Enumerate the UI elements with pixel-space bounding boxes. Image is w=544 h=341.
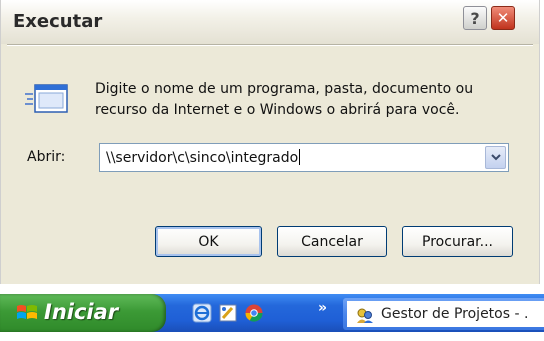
dialog-title: Executar (13, 11, 103, 32)
chevron-down-icon (490, 154, 501, 161)
close-button[interactable]: ✕ (491, 6, 515, 30)
internet-explorer-icon[interactable] (192, 303, 212, 323)
taskbar-window-label: Gestor de Projetos - . (381, 306, 529, 322)
project-manager-icon (357, 308, 373, 323)
cancel-button[interactable]: Cancelar (277, 226, 387, 257)
text-cursor (299, 149, 301, 165)
help-button[interactable]: ? (463, 6, 487, 30)
paint-icon[interactable] (218, 303, 238, 323)
taskbar-window-button[interactable]: Gestor de Projetos - . (343, 298, 544, 330)
task-button-face: Gestor de Projetos - . (347, 301, 544, 327)
run-program-icon (25, 84, 68, 113)
chrome-icon[interactable] (244, 303, 264, 323)
help-icon: ? (470, 8, 480, 28)
dropdown-arrow-button[interactable] (485, 146, 506, 169)
browse-button[interactable]: Procurar... (402, 226, 513, 257)
open-combobox[interactable]: \\servidor\c\sinco\integrado (99, 143, 509, 172)
start-button[interactable]: Iniciar (0, 294, 166, 332)
windows-logo-icon (17, 305, 37, 319)
taskbar: Iniciar » Gestor de Projetos - . (0, 284, 544, 341)
dialog-description: Digite o nome de um programa, pasta, doc… (95, 81, 474, 118)
divider-highlight (7, 45, 533, 46)
open-input-value: \\servidor\c\sinco\integrado (106, 150, 299, 166)
run-dialog: Executar ? ✕ Digite o nome de um program… (0, 0, 540, 284)
ok-button[interactable]: OK (155, 226, 262, 257)
start-label: Iniciar (44, 300, 119, 324)
title-bar[interactable]: Executar ? ✕ (1, 0, 539, 44)
close-icon: ✕ (496, 9, 510, 27)
open-input[interactable]: \\servidor\c\sinco\integrado (106, 149, 301, 166)
quick-launch-chevron-icon[interactable]: » (318, 300, 327, 316)
open-label: Abrir: (27, 149, 66, 165)
